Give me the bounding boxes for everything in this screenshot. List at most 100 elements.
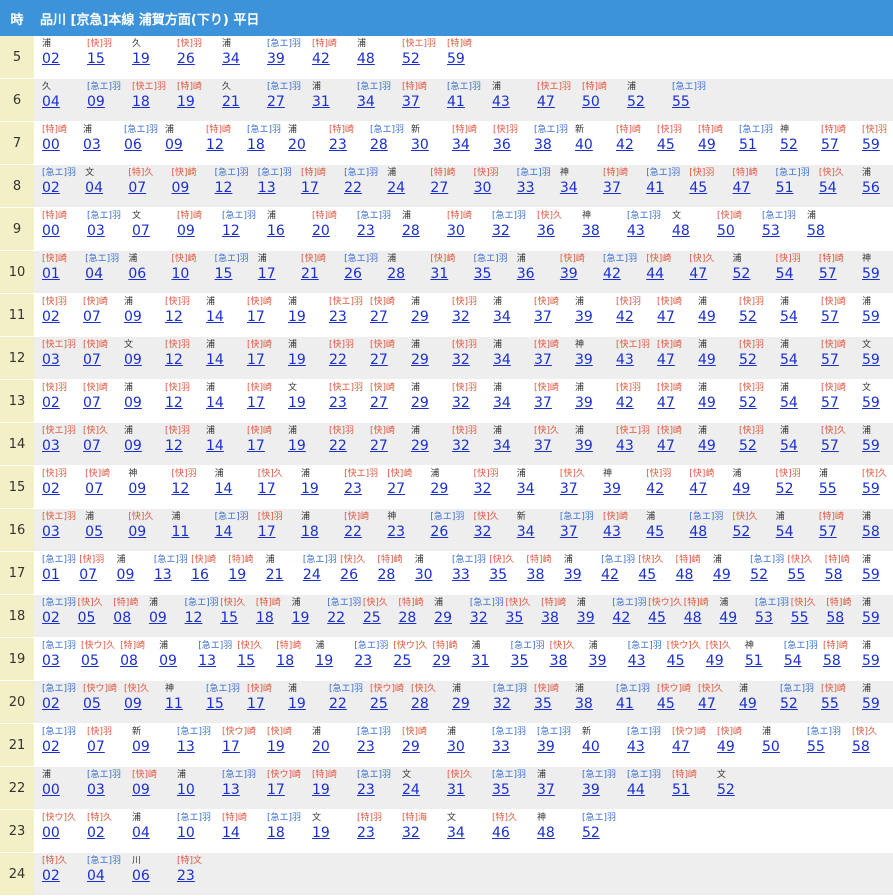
departure-minute-link[interactable]: 37: [534, 394, 552, 412]
departure-minute-link[interactable]: 19: [288, 308, 306, 326]
departure-minute-link[interactable]: 29: [430, 480, 448, 498]
departure-minute-link[interactable]: 17: [247, 437, 265, 455]
departure-minute-link[interactable]: 59: [447, 50, 465, 68]
departure-minute-link[interactable]: 42: [616, 136, 634, 154]
departure-minute-link[interactable]: 05: [83, 695, 101, 713]
departure-minute-link[interactable]: 38: [541, 609, 559, 627]
departure-minute-link[interactable]: 39: [589, 652, 607, 670]
departure-minute-link[interactable]: 32: [492, 222, 510, 240]
departure-minute-link[interactable]: 54: [780, 308, 798, 326]
departure-minute-link[interactable]: 04: [42, 93, 60, 111]
departure-minute-link[interactable]: 37: [537, 781, 555, 799]
departure-minute-link[interactable]: 58: [825, 566, 843, 584]
departure-minute-link[interactable]: 59: [862, 265, 880, 283]
departure-minute-link[interactable]: 42: [601, 566, 619, 584]
departure-minute-link[interactable]: 28: [399, 609, 417, 627]
departure-minute-link[interactable]: 52: [739, 351, 757, 369]
departure-minute-link[interactable]: 07: [83, 437, 101, 455]
departure-minute-link[interactable]: 43: [492, 93, 510, 111]
departure-minute-link[interactable]: 39: [537, 738, 555, 756]
departure-minute-link[interactable]: 57: [819, 265, 837, 283]
departure-minute-link[interactable]: 31: [312, 93, 330, 111]
departure-minute-link[interactable]: 52: [739, 394, 757, 412]
departure-minute-link[interactable]: 35: [534, 695, 552, 713]
departure-minute-link[interactable]: 23: [344, 480, 362, 498]
departure-minute-link[interactable]: 30: [474, 179, 492, 197]
departure-minute-link[interactable]: 49: [713, 566, 731, 584]
departure-minute-link[interactable]: 02: [42, 308, 60, 326]
departure-minute-link[interactable]: 53: [755, 609, 773, 627]
departure-minute-link[interactable]: 22: [329, 437, 347, 455]
departure-minute-link[interactable]: 32: [470, 609, 488, 627]
departure-minute-link[interactable]: 39: [577, 609, 595, 627]
departure-minute-link[interactable]: 02: [42, 480, 60, 498]
departure-minute-link[interactable]: 41: [646, 179, 664, 197]
departure-minute-link[interactable]: 26: [177, 50, 195, 68]
departure-minute-link[interactable]: 42: [616, 394, 634, 412]
departure-minute-link[interactable]: 09: [124, 437, 142, 455]
departure-minute-link[interactable]: 19: [288, 437, 306, 455]
departure-minute-link[interactable]: 52: [733, 265, 751, 283]
departure-minute-link[interactable]: 38: [575, 695, 593, 713]
departure-minute-link[interactable]: 27: [370, 394, 388, 412]
departure-minute-link[interactable]: 12: [171, 480, 189, 498]
departure-minute-link[interactable]: 51: [745, 652, 763, 670]
departure-minute-link[interactable]: 20: [312, 222, 330, 240]
departure-minute-link[interactable]: 09: [132, 781, 150, 799]
departure-minute-link[interactable]: 48: [689, 523, 707, 541]
departure-minute-link[interactable]: 19: [177, 93, 195, 111]
departure-minute-link[interactable]: 19: [267, 738, 285, 756]
departure-minute-link[interactable]: 28: [377, 566, 395, 584]
departure-minute-link[interactable]: 18: [256, 609, 274, 627]
departure-minute-link[interactable]: 19: [228, 566, 246, 584]
departure-minute-link[interactable]: 10: [177, 781, 195, 799]
departure-minute-link[interactable]: 49: [698, 308, 716, 326]
departure-minute-link[interactable]: 55: [672, 93, 690, 111]
departure-minute-link[interactable]: 51: [672, 781, 690, 799]
departure-minute-link[interactable]: 43: [627, 738, 645, 756]
departure-minute-link[interactable]: 49: [698, 136, 716, 154]
departure-minute-link[interactable]: 24: [303, 566, 321, 584]
departure-minute-link[interactable]: 34: [357, 93, 375, 111]
departure-minute-link[interactable]: 15: [215, 265, 233, 283]
departure-minute-link[interactable]: 54: [776, 523, 794, 541]
departure-minute-link[interactable]: 14: [206, 394, 224, 412]
departure-minute-link[interactable]: 59: [862, 609, 880, 627]
departure-minute-link[interactable]: 55: [821, 695, 839, 713]
departure-minute-link[interactable]: 23: [357, 738, 375, 756]
departure-minute-link[interactable]: 09: [124, 308, 142, 326]
departure-minute-link[interactable]: 26: [344, 265, 362, 283]
departure-minute-link[interactable]: 53: [762, 222, 780, 240]
departure-minute-link[interactable]: 30: [447, 222, 465, 240]
departure-minute-link[interactable]: 58: [862, 523, 880, 541]
departure-minute-link[interactable]: 23: [357, 222, 375, 240]
departure-minute-link[interactable]: 55: [787, 566, 805, 584]
departure-minute-link[interactable]: 55: [791, 609, 809, 627]
departure-minute-link[interactable]: 07: [128, 179, 146, 197]
departure-minute-link[interactable]: 09: [128, 480, 146, 498]
departure-minute-link[interactable]: 14: [206, 351, 224, 369]
departure-minute-link[interactable]: 54: [780, 437, 798, 455]
departure-minute-link[interactable]: 19: [312, 824, 330, 842]
departure-minute-link[interactable]: 52: [780, 136, 798, 154]
departure-minute-link[interactable]: 59: [862, 566, 880, 584]
departure-minute-link[interactable]: 48: [676, 566, 694, 584]
departure-minute-link[interactable]: 04: [132, 824, 150, 842]
departure-minute-link[interactable]: 03: [83, 136, 101, 154]
departure-minute-link[interactable]: 57: [821, 394, 839, 412]
departure-minute-link[interactable]: 04: [85, 179, 103, 197]
departure-minute-link[interactable]: 49: [698, 394, 716, 412]
departure-minute-link[interactable]: 50: [717, 222, 735, 240]
departure-minute-link[interactable]: 05: [85, 523, 103, 541]
departure-minute-link[interactable]: 14: [206, 437, 224, 455]
departure-minute-link[interactable]: 34: [222, 50, 240, 68]
departure-minute-link[interactable]: 10: [171, 265, 189, 283]
departure-minute-link[interactable]: 37: [534, 308, 552, 326]
departure-minute-link[interactable]: 52: [402, 50, 420, 68]
departure-minute-link[interactable]: 00: [42, 136, 60, 154]
departure-minute-link[interactable]: 30: [447, 738, 465, 756]
departure-minute-link[interactable]: 19: [288, 351, 306, 369]
departure-minute-link[interactable]: 38: [534, 136, 552, 154]
departure-minute-link[interactable]: 18: [276, 652, 294, 670]
departure-minute-link[interactable]: 23: [329, 136, 347, 154]
